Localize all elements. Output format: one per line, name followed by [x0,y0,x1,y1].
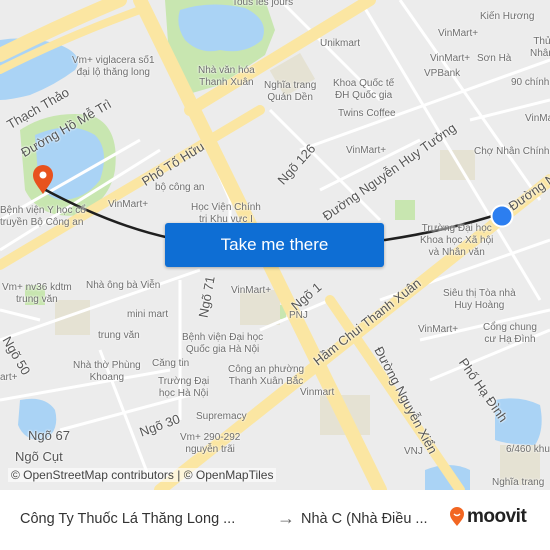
map-pin-icon[interactable] [32,165,54,195]
poi-label: Căng tin [152,358,190,369]
poi-label: Chợ Nhân Chính [474,146,550,157]
lake-thanh-xuan [178,4,264,52]
moovit-wordmark: moovit [467,506,527,527]
poi-label: 90 chính k [511,77,550,88]
poi-label: VinMart+ [231,285,272,296]
poi-label: VPBank [424,68,461,79]
poi-label: mini mart [127,309,169,320]
map-canvas[interactable]: Tous les jours Vm+ viglacera số1 đại lộ … [0,0,550,490]
poi-label: Vm+ viglacera số1 đại lộ thăng long [72,55,155,78]
poi-label: 6/460 khu [506,444,550,455]
poi-label: Cổng chung cư Hạ Đình [483,322,537,345]
poi-label: Nhà thờ Phùng Khoang [73,360,141,383]
poi-label: Sơn Hà [477,53,512,64]
poi-label: VNJ [404,446,423,457]
poi-label: VinMart+ [346,145,387,156]
poi-label: Nhà văn hóa Thanh Xuân [198,65,255,88]
poi-label: VinMart+ [108,199,149,210]
poi-label: Nghĩa trang [492,477,545,488]
poi-label: art+ [0,372,18,383]
poi-label: trung văn [98,330,140,341]
poi-label: Unikmart [320,38,361,49]
poi-label: Twins Coffee [338,108,396,119]
origin-stop-name: Công Ty Thuốc Lá Thăng Long ... [20,511,236,527]
poi-label: Vinmart [300,387,335,398]
street-label: Ngõ Cụt [15,449,63,464]
poi-label: Vm+ nv36 kdtm trung văn [2,282,72,305]
poi-label: VinMart+ [430,53,471,64]
poi-label: Siêu thị Tòa nhà Huy Hoàng [443,288,516,311]
take-me-there-button[interactable]: Take me there [165,223,384,267]
moovit-pin-icon [450,507,464,526]
poi-label: Công an phường Thanh Xuân Bắc [228,364,305,387]
arrow-right-icon: → [277,508,295,528]
poi-label: Nhà ông bà Viễn [86,280,161,291]
destination-stop-name: Nhà C (Nhà Điều ... [301,511,428,527]
poi-label: Bệnh viện Đại học Quốc gia Hà Nội [182,332,264,355]
poi-label: Supremacy [196,411,247,422]
poi-label: Trường Đại học Khoa học Xã hội và Nhân v… [420,223,494,258]
current-location-dot[interactable] [490,204,514,228]
poi-label: Trường Đại học Hà Nội [158,376,210,399]
poi-label: Bệnh viện Y học cổ truyền Bộ Công an [0,205,86,228]
poi-label: Khoa Quốc tế ĐH Quốc gia [333,78,395,101]
poi-label: VinMa [525,113,550,124]
poi-label: Nghĩa trang Quán Dền [264,80,317,103]
poi-label: Vm+ 290-292 nguyễn trãi [180,432,241,455]
street-label: Ngõ 67 [28,428,70,443]
route-footer: Công Ty Thuốc Lá Thăng Long ... → Nhà C … [0,490,550,550]
poi-label: VinMart+ [438,28,479,39]
park-small [395,200,415,220]
poi-label: bộ công an [155,182,205,193]
poi-label: Kiến Hương [480,11,535,22]
map-attribution[interactable]: © OpenStreetMap contributors | © OpenMap… [8,468,277,482]
poi-label: VinMart+ [418,324,459,335]
poi-label: Tous les jours [232,0,294,8]
poi-label: Thủ Nhân [530,36,550,59]
moovit-logo[interactable]: moovit [449,506,527,528]
